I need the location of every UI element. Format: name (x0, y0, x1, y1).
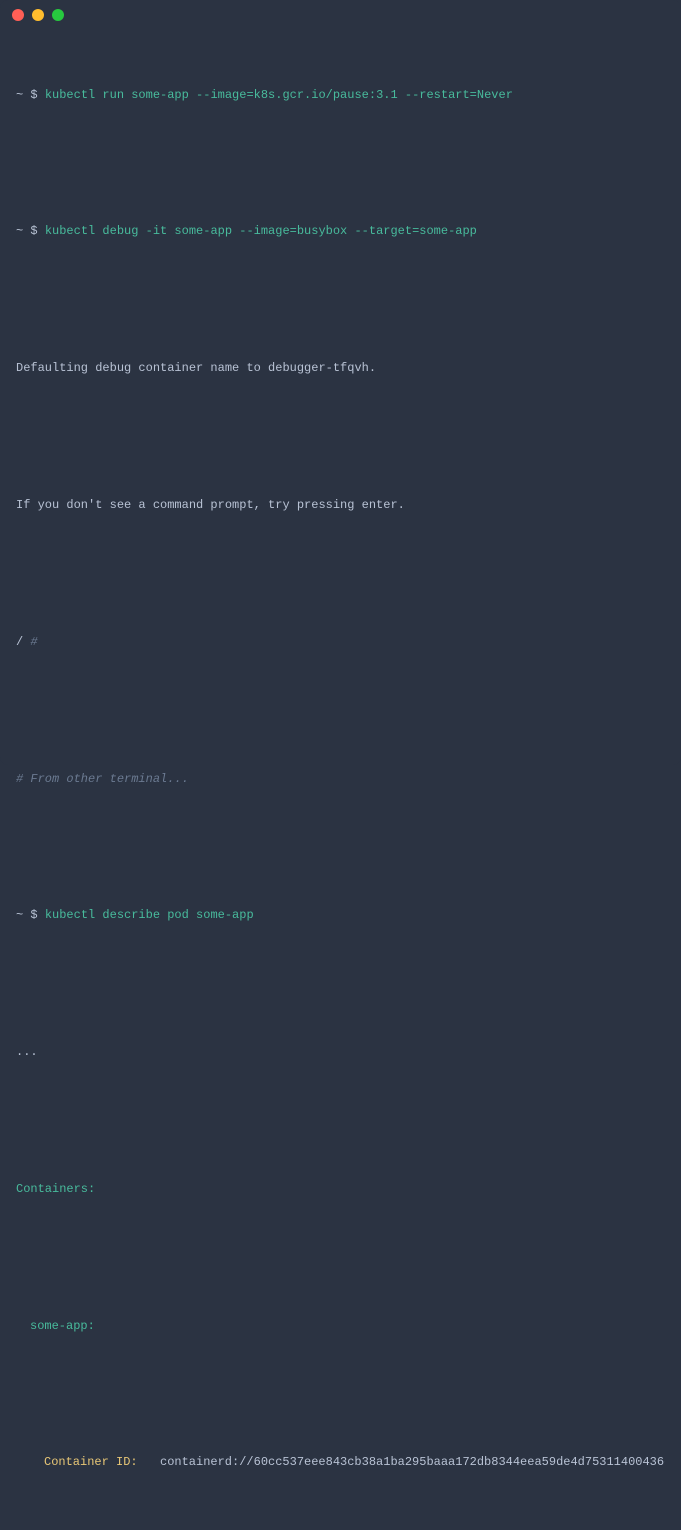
command-text: kubectl debug -it some-app --image=busyb… (45, 224, 477, 238)
command-line: ~ $ kubectl describe pod some-app (16, 904, 665, 927)
container-name: some-app: (16, 1315, 665, 1338)
command-text: kubectl describe pod some-app (45, 908, 254, 922)
output-line: Defaulting debug container name to debug… (16, 357, 665, 380)
field-row: Container ID:containerd://60cc537eee843c… (16, 1451, 665, 1474)
prompt: ~ $ (16, 908, 45, 922)
output-line: If you don't see a command prompt, try p… (16, 494, 665, 517)
ellipsis: ... (16, 1041, 665, 1064)
prompt: ~ $ (16, 224, 45, 238)
root-hash: # (30, 635, 37, 649)
root-path: / (16, 635, 30, 649)
command-text: kubectl run some-app --image=k8s.gcr.io/… (45, 88, 513, 102)
prompt: ~ $ (16, 88, 45, 102)
command-line: ~ $ kubectl run some-app --image=k8s.gcr… (16, 84, 665, 107)
comment-line: # From other terminal... (16, 768, 665, 791)
close-icon[interactable] (12, 9, 24, 21)
field-label: Container ID: (44, 1451, 160, 1474)
terminal-body[interactable]: ~ $ kubectl run some-app --image=k8s.gcr… (0, 30, 681, 1530)
root-prompt-line: / # (16, 631, 665, 654)
terminal-window: ~ $ kubectl run some-app --image=k8s.gcr… (0, 0, 681, 765)
minimize-icon[interactable] (32, 9, 44, 21)
command-line: ~ $ kubectl debug -it some-app --image=b… (16, 220, 665, 243)
window-titlebar (0, 0, 681, 30)
maximize-icon[interactable] (52, 9, 64, 21)
field-value: containerd://60cc537eee843cb38a1ba295baa… (160, 1451, 665, 1474)
section-heading: Containers: (16, 1178, 665, 1201)
